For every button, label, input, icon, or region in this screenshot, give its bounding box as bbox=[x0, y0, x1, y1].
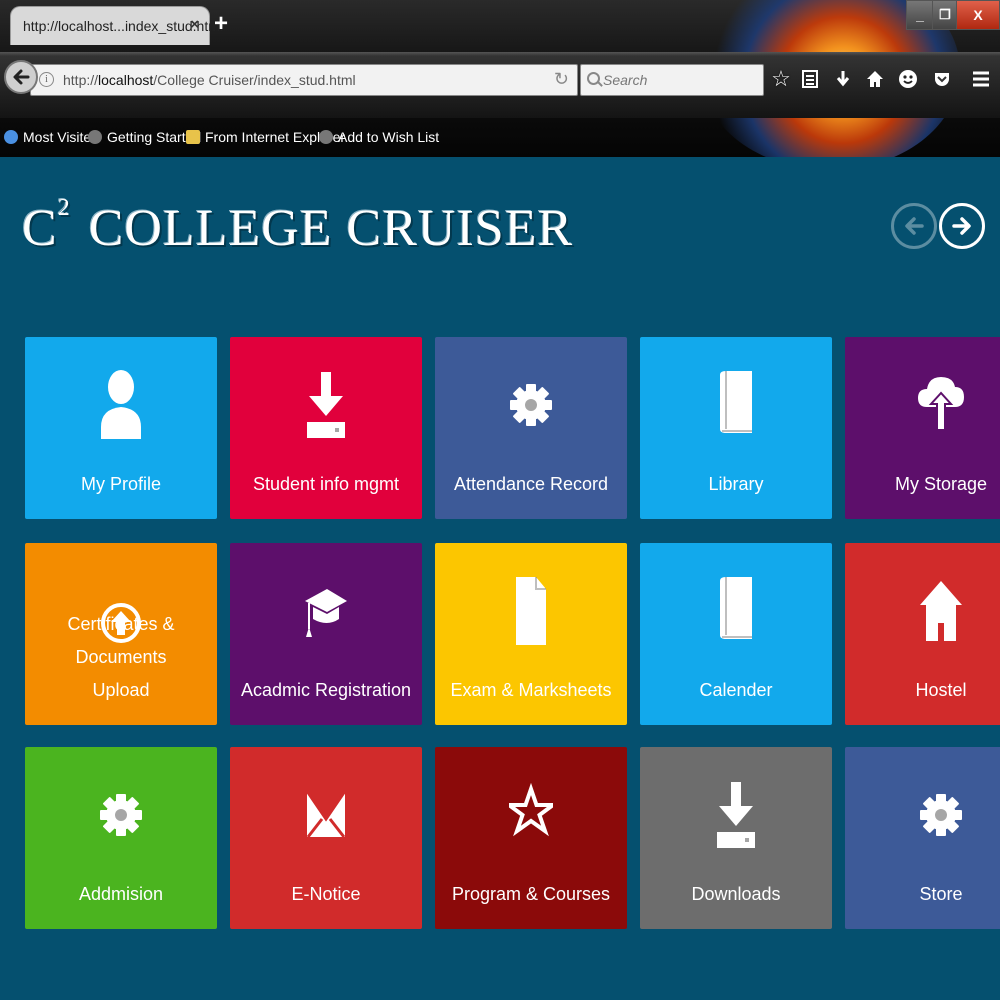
search-icon bbox=[587, 72, 600, 85]
brand-name: COLLEGE CRUISER bbox=[88, 200, 574, 257]
graduation-cap-icon bbox=[230, 571, 422, 651]
tile-label: Downloads bbox=[691, 884, 781, 904]
hamburger-menu-icon[interactable] bbox=[966, 64, 996, 94]
navigation-toolbar: i http://localhost/College Cruiser/index… bbox=[0, 52, 1000, 118]
bookmark-add-to-wish-list[interactable]: Add to Wish List bbox=[319, 127, 439, 147]
tile-label: Certificates & Documents Upload bbox=[25, 608, 217, 707]
tile-label-line: Certificates & Documents bbox=[67, 614, 175, 667]
tile-student-info-mgmt[interactable]: Student info mgmt bbox=[230, 337, 422, 519]
arrow-left-icon bbox=[13, 69, 30, 85]
bookmark-label: Add to Wish List bbox=[338, 129, 440, 145]
book-icon bbox=[640, 571, 832, 651]
bookmark-getting-started[interactable]: Getting Started bbox=[88, 127, 201, 147]
download-icon bbox=[230, 365, 422, 445]
search-placeholder: Search bbox=[603, 72, 648, 88]
gear-icon bbox=[845, 775, 1000, 855]
window-close-button[interactable]: X bbox=[956, 0, 1000, 30]
tile-store[interactable]: Store bbox=[845, 747, 1000, 929]
url-text[interactable]: http://localhost/College Cruiser/index_s… bbox=[63, 72, 356, 88]
tile-my-profile[interactable]: My Profile bbox=[25, 337, 217, 519]
app-page: C2 COLLEGE CRUISER My Profile Student inf… bbox=[0, 157, 1000, 1000]
window-maximize-button[interactable]: ❐ bbox=[932, 0, 958, 30]
pocket-icon[interactable] bbox=[927, 64, 957, 94]
tile-acadmic-registration[interactable]: Acadmic Registration bbox=[230, 543, 422, 725]
star-icon bbox=[435, 775, 627, 855]
tile-program-courses[interactable]: Program & Courses bbox=[435, 747, 627, 929]
tile-library[interactable]: Library bbox=[640, 337, 832, 519]
tile-label: Student info mgmt bbox=[252, 474, 400, 494]
tile-calender[interactable]: Calender bbox=[640, 543, 832, 725]
bookmarks-menu-icon[interactable] bbox=[795, 64, 825, 94]
bookmark-star-icon[interactable]: ☆ bbox=[766, 64, 796, 94]
firefox-icon bbox=[88, 130, 102, 144]
tile-label: Attendance Record bbox=[453, 474, 609, 494]
tile-label: Store bbox=[919, 884, 963, 904]
url-path: /College Cruiser/index_stud.html bbox=[153, 72, 356, 88]
search-bar[interactable]: Search bbox=[580, 64, 764, 96]
tile-label: Addmision bbox=[78, 884, 164, 904]
tile-e-notice[interactable]: E-Notice bbox=[230, 747, 422, 929]
gear-icon bbox=[435, 365, 627, 445]
back-button[interactable] bbox=[4, 60, 38, 94]
gear-icon bbox=[25, 775, 217, 855]
tile-exam-marksheets[interactable]: Exam & Marksheets bbox=[435, 543, 627, 725]
arrow-right-icon bbox=[952, 217, 971, 235]
tab-bar: http://localhost...index_stud.html × + _… bbox=[0, 0, 1000, 52]
tile-hostel[interactable]: Hostel bbox=[845, 543, 1000, 725]
reload-icon[interactable]: ↻ bbox=[554, 69, 569, 90]
downloads-icon[interactable] bbox=[828, 64, 858, 94]
tile-label: Exam & Marksheets bbox=[450, 680, 612, 700]
browser-tab[interactable]: http://localhost...index_stud.html × bbox=[10, 6, 223, 45]
tile-label: Library bbox=[708, 474, 764, 494]
tile-label: Acadmic Registration bbox=[240, 680, 412, 700]
tile-my-storage[interactable]: My Storage bbox=[845, 337, 1000, 519]
folder-icon bbox=[186, 130, 200, 144]
hello-smiley-icon[interactable] bbox=[893, 64, 923, 94]
cloud-upload-icon bbox=[845, 365, 1000, 445]
bookmarks-toolbar: Most Visited Getting Started From Intern… bbox=[0, 122, 1000, 152]
tile-label: Calender bbox=[699, 680, 773, 700]
home-icon bbox=[845, 571, 1000, 651]
arrow-left-icon bbox=[905, 217, 924, 235]
tab-close-icon[interactable]: × bbox=[190, 16, 199, 33]
book-icon bbox=[640, 365, 832, 445]
tile-label: E-Notice bbox=[291, 884, 361, 904]
tile-downloads[interactable]: Downloads bbox=[640, 747, 832, 929]
new-tab-button[interactable]: + bbox=[214, 10, 228, 38]
tile-label: Program & Courses bbox=[451, 884, 611, 904]
home-icon[interactable] bbox=[860, 64, 890, 94]
site-info-icon[interactable]: i bbox=[39, 72, 54, 87]
url-prefix: http:// bbox=[63, 72, 99, 88]
document-icon bbox=[435, 571, 627, 651]
firefox-icon bbox=[319, 130, 333, 144]
browser-chrome: http://localhost...index_stud.html × + _… bbox=[0, 0, 1000, 157]
tile-label: My Storage bbox=[894, 474, 988, 494]
tile-certificates-documents-upload[interactable]: Certificates & Documents Upload bbox=[25, 543, 217, 725]
next-page-button[interactable] bbox=[939, 203, 985, 249]
window-minimize-button[interactable]: _ bbox=[906, 0, 934, 30]
tile-label: My Profile bbox=[80, 474, 161, 494]
tile-addmision[interactable]: Addmision bbox=[25, 747, 217, 929]
url-bar[interactable]: i http://localhost/College Cruiser/index… bbox=[30, 64, 578, 96]
user-icon bbox=[25, 365, 217, 445]
bookmark-most-visited[interactable]: Most Visited bbox=[4, 127, 99, 147]
download-icon bbox=[640, 775, 832, 855]
most-visited-icon bbox=[4, 130, 18, 144]
tile-label-line: Upload bbox=[92, 680, 150, 700]
brand-mark: C bbox=[22, 200, 58, 257]
brand-superscript: 2 bbox=[57, 195, 71, 221]
url-host: localhost bbox=[98, 72, 154, 88]
brand-logo: C2 COLLEGE CRUISER bbox=[22, 195, 574, 258]
tile-label: Hostel bbox=[915, 680, 967, 700]
tile-attendance-record[interactable]: Attendance Record bbox=[435, 337, 627, 519]
mail-icon bbox=[230, 775, 422, 855]
previous-page-button[interactable] bbox=[891, 203, 937, 249]
